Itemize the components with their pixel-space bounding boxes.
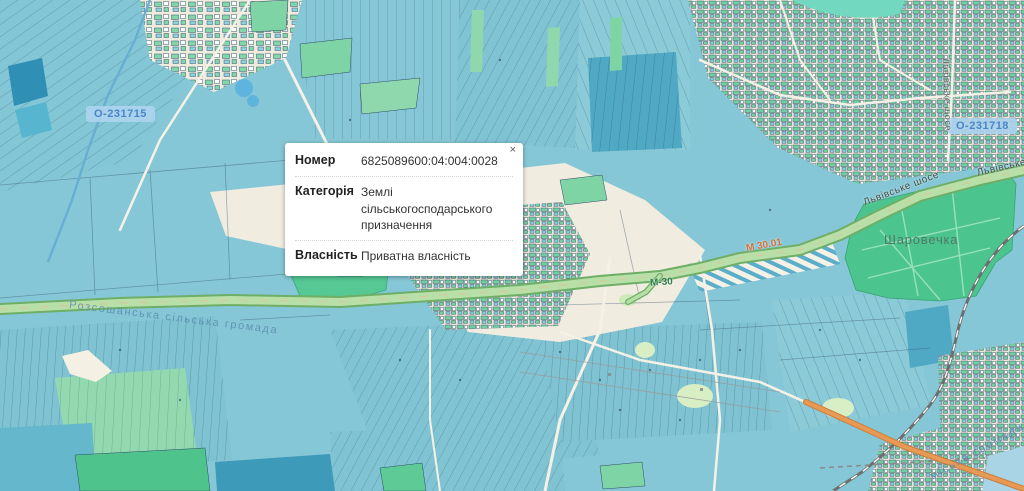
road-badge-o231718: О-231718 bbox=[948, 118, 1017, 134]
map-viewport[interactable]: О-231715 О-231718 Львівське шосе Львівсь… bbox=[0, 0, 1024, 491]
road-badge-o231715: О-231715 bbox=[86, 106, 155, 122]
popup-row-number-value: 6825089600:04:004:0028 bbox=[361, 153, 513, 170]
popup-row-ownership: Власність Приватна власність bbox=[295, 241, 513, 271]
popup-row-number: Номер 6825089600:04:004:0028 bbox=[295, 146, 513, 177]
popup-row-ownership-label: Власність bbox=[295, 248, 361, 265]
popup-row-category-label: Категорія bbox=[295, 184, 361, 234]
popup-row-category-value: Землі сільськогосподарського призначення bbox=[361, 184, 513, 234]
parcel-info-popup: × Номер 6825089600:04:004:0028 Категорія… bbox=[285, 143, 523, 276]
popup-close-icon[interactable]: × bbox=[510, 145, 516, 156]
popup-row-number-label: Номер bbox=[295, 153, 361, 170]
popup-row-ownership-value: Приватна власність bbox=[361, 248, 513, 265]
popup-row-category: Категорія Землі сільськогосподарського п… bbox=[295, 177, 513, 241]
